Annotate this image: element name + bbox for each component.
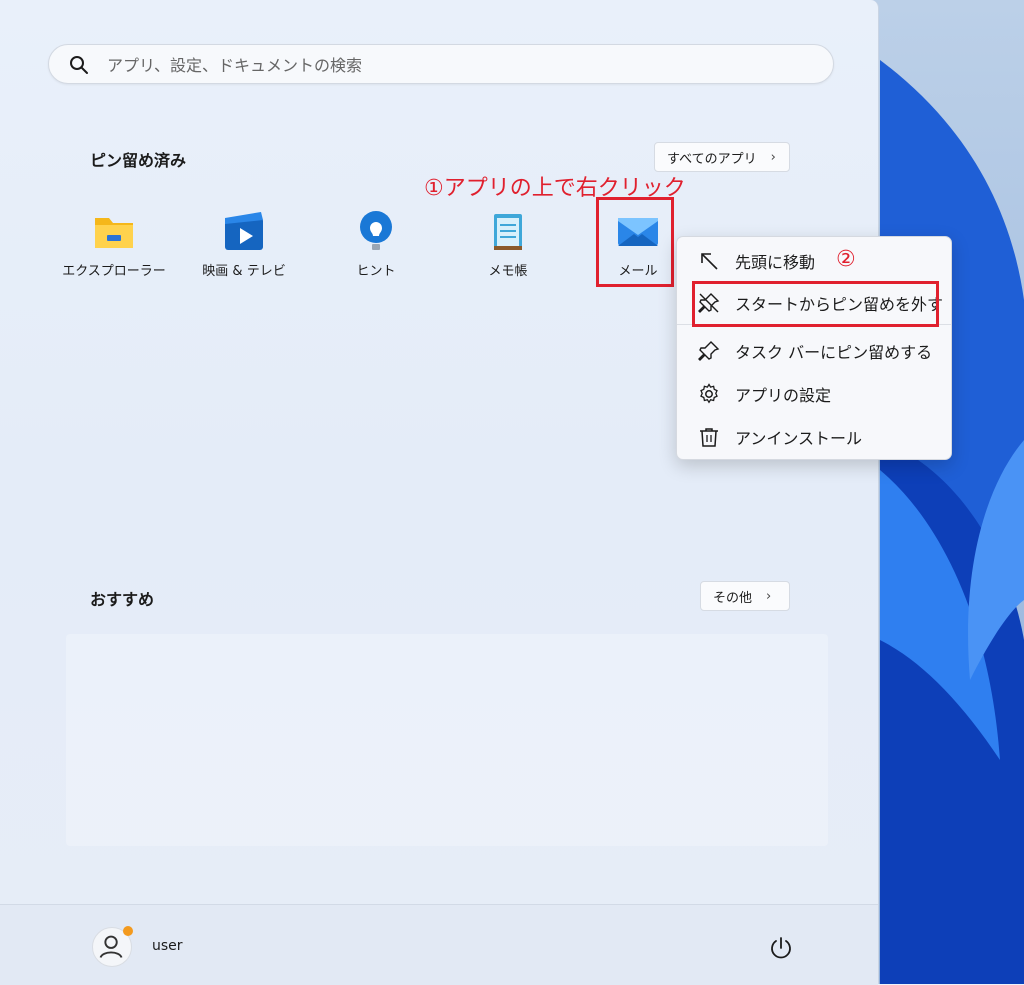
pinned-app-tips[interactable]: ヒント	[316, 208, 436, 279]
gear-icon	[700, 383, 718, 404]
notepad-icon	[494, 214, 522, 250]
pinned-app-notepad[interactable]: メモ帳	[448, 208, 568, 279]
arrow-up-left-icon	[701, 253, 718, 270]
all-apps-label: すべてのアプリ	[667, 151, 757, 167]
app-label: 映画 & テレビ	[202, 264, 286, 279]
context-menu: 先頭に移動 スタートからピン留めを外す タスク バーにピン留めする アプリの設定…	[676, 236, 952, 460]
recommended-section-title: おすすめ	[90, 590, 155, 609]
app-label: ヒント	[356, 264, 396, 279]
menu-item-label: アンインストール	[735, 429, 863, 448]
chevron-right-icon: ›	[766, 588, 772, 604]
folder-icon	[95, 218, 133, 248]
recommended-list	[66, 634, 828, 846]
all-apps-button[interactable]: すべてのアプリ ›	[654, 142, 790, 172]
annotation-unpin-highlight	[692, 281, 939, 327]
more-label: その他	[713, 590, 753, 606]
user-avatar[interactable]	[92, 926, 133, 967]
pinned-section-title: ピン留め済み	[90, 151, 187, 170]
menu-item-label: タスク バーにピン留めする	[735, 343, 933, 362]
pin-icon	[698, 341, 720, 361]
pinned-app-movies-tv[interactable]: 映画 & テレビ	[184, 208, 304, 279]
menu-item-label: 先頭に移動	[735, 253, 816, 272]
app-label: エクスプローラー	[62, 264, 166, 279]
menu-item-uninstall[interactable]: アンインストール	[677, 417, 951, 457]
app-label: メモ帳	[488, 264, 528, 279]
menu-item-pin-to-taskbar[interactable]: タスク バーにピン留めする	[677, 331, 951, 371]
search-box[interactable]	[48, 44, 834, 84]
username-label[interactable]: user	[152, 938, 183, 954]
lightbulb-icon	[360, 211, 392, 250]
menu-item-move-to-top[interactable]: 先頭に移動	[677, 241, 951, 281]
more-button[interactable]: その他 ›	[700, 581, 790, 611]
trash-icon	[700, 428, 718, 447]
annotation-step2-text: ②	[836, 247, 856, 272]
search-icon	[70, 56, 88, 74]
notification-badge	[123, 926, 133, 936]
pinned-app-explorer[interactable]: エクスプローラー	[54, 208, 174, 279]
menu-item-label: アプリの設定	[735, 386, 832, 405]
start-footer: user	[0, 904, 878, 985]
search-input[interactable]	[105, 51, 809, 79]
start-menu: ピン留め済み すべてのアプリ › エクスプローラー 映画 & テレビ ヒント	[0, 0, 879, 985]
menu-item-app-settings[interactable]: アプリの設定	[677, 374, 951, 414]
annotation-mail-highlight	[596, 197, 674, 287]
chevron-right-icon: ›	[770, 149, 776, 165]
movies-tv-icon	[225, 212, 263, 250]
power-icon[interactable]	[768, 935, 794, 961]
